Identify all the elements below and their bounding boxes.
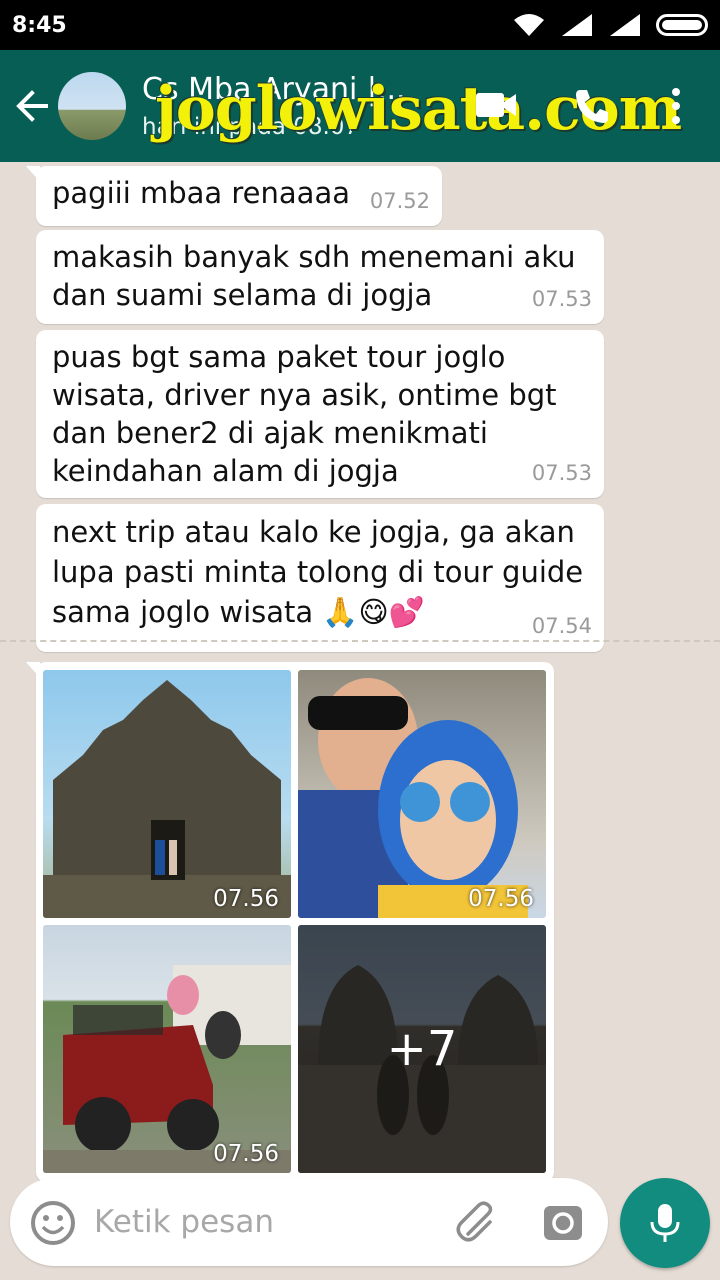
jeep-image bbox=[43, 965, 291, 1173]
status-bar: 8:45 bbox=[0, 0, 720, 50]
message-bubble[interactable]: next trip atau kalo ke jogja, ga akan lu… bbox=[36, 504, 604, 652]
message-text: makasih banyak sdh menemani aku dan suam… bbox=[52, 240, 576, 312]
battery-icon bbox=[656, 14, 708, 36]
message-text: puas bgt sama paket tour joglo wisata, d… bbox=[52, 340, 557, 488]
temple-image bbox=[43, 680, 291, 918]
message-input[interactable] bbox=[94, 1198, 434, 1246]
message-bubble[interactable]: makasih banyak sdh menemani aku dan suam… bbox=[36, 230, 604, 324]
more-photos-count: +7 bbox=[298, 925, 546, 1173]
photo-jeep[interactable]: 07.56 bbox=[43, 925, 291, 1173]
phone-icon[interactable] bbox=[572, 86, 612, 126]
message-time: 07.52 bbox=[369, 189, 430, 213]
camera-icon[interactable] bbox=[542, 1204, 584, 1242]
voice-record-button[interactable] bbox=[620, 1178, 710, 1268]
wifi-icon bbox=[514, 14, 544, 36]
emoji-icon[interactable] bbox=[30, 1200, 76, 1246]
signal-icon bbox=[562, 14, 592, 36]
chat-header: Cs Mba Aryani |... hari ini pada 08.07 j… bbox=[0, 50, 720, 162]
chat-area[interactable]: pagiii mbaa renaaaa 07.52 makasih banyak… bbox=[0, 162, 720, 1182]
status-icons bbox=[512, 12, 708, 38]
unread-divider bbox=[0, 640, 720, 642]
more-vert-icon[interactable] bbox=[664, 86, 688, 126]
photo-time: 07.56 bbox=[468, 886, 534, 912]
signal-icon-2 bbox=[610, 14, 640, 36]
contact-avatar[interactable] bbox=[58, 72, 126, 140]
status-time: 8:45 bbox=[12, 12, 67, 38]
message-bubble[interactable]: pagiii mbaa renaaaa 07.52 bbox=[26, 166, 442, 226]
photo-temple[interactable]: 07.56 bbox=[43, 670, 291, 918]
photo-stupa[interactable]: +7 bbox=[298, 925, 546, 1173]
message-time: 07.53 bbox=[531, 461, 592, 485]
microphone-icon bbox=[650, 1204, 680, 1242]
selfie-image bbox=[298, 678, 528, 918]
photo-time: 07.56 bbox=[213, 1141, 279, 1167]
message-bubble[interactable]: puas bgt sama paket tour joglo wisata, d… bbox=[36, 330, 604, 498]
photo-album-bubble: 07.56 07.56 07.56 +7 bbox=[26, 662, 554, 1182]
attach-icon[interactable] bbox=[454, 1200, 498, 1244]
message-input-bar bbox=[10, 1178, 608, 1266]
watermark-text: joglowisata.com bbox=[155, 74, 682, 144]
photo-selfie[interactable]: 07.56 bbox=[298, 670, 546, 918]
video-call-icon[interactable] bbox=[474, 90, 518, 120]
message-time: 07.53 bbox=[531, 287, 592, 311]
photo-time: 07.56 bbox=[213, 886, 279, 912]
back-arrow-icon[interactable] bbox=[14, 88, 50, 124]
message-text: next trip atau kalo ke jogja, ga akan lu… bbox=[52, 515, 584, 629]
